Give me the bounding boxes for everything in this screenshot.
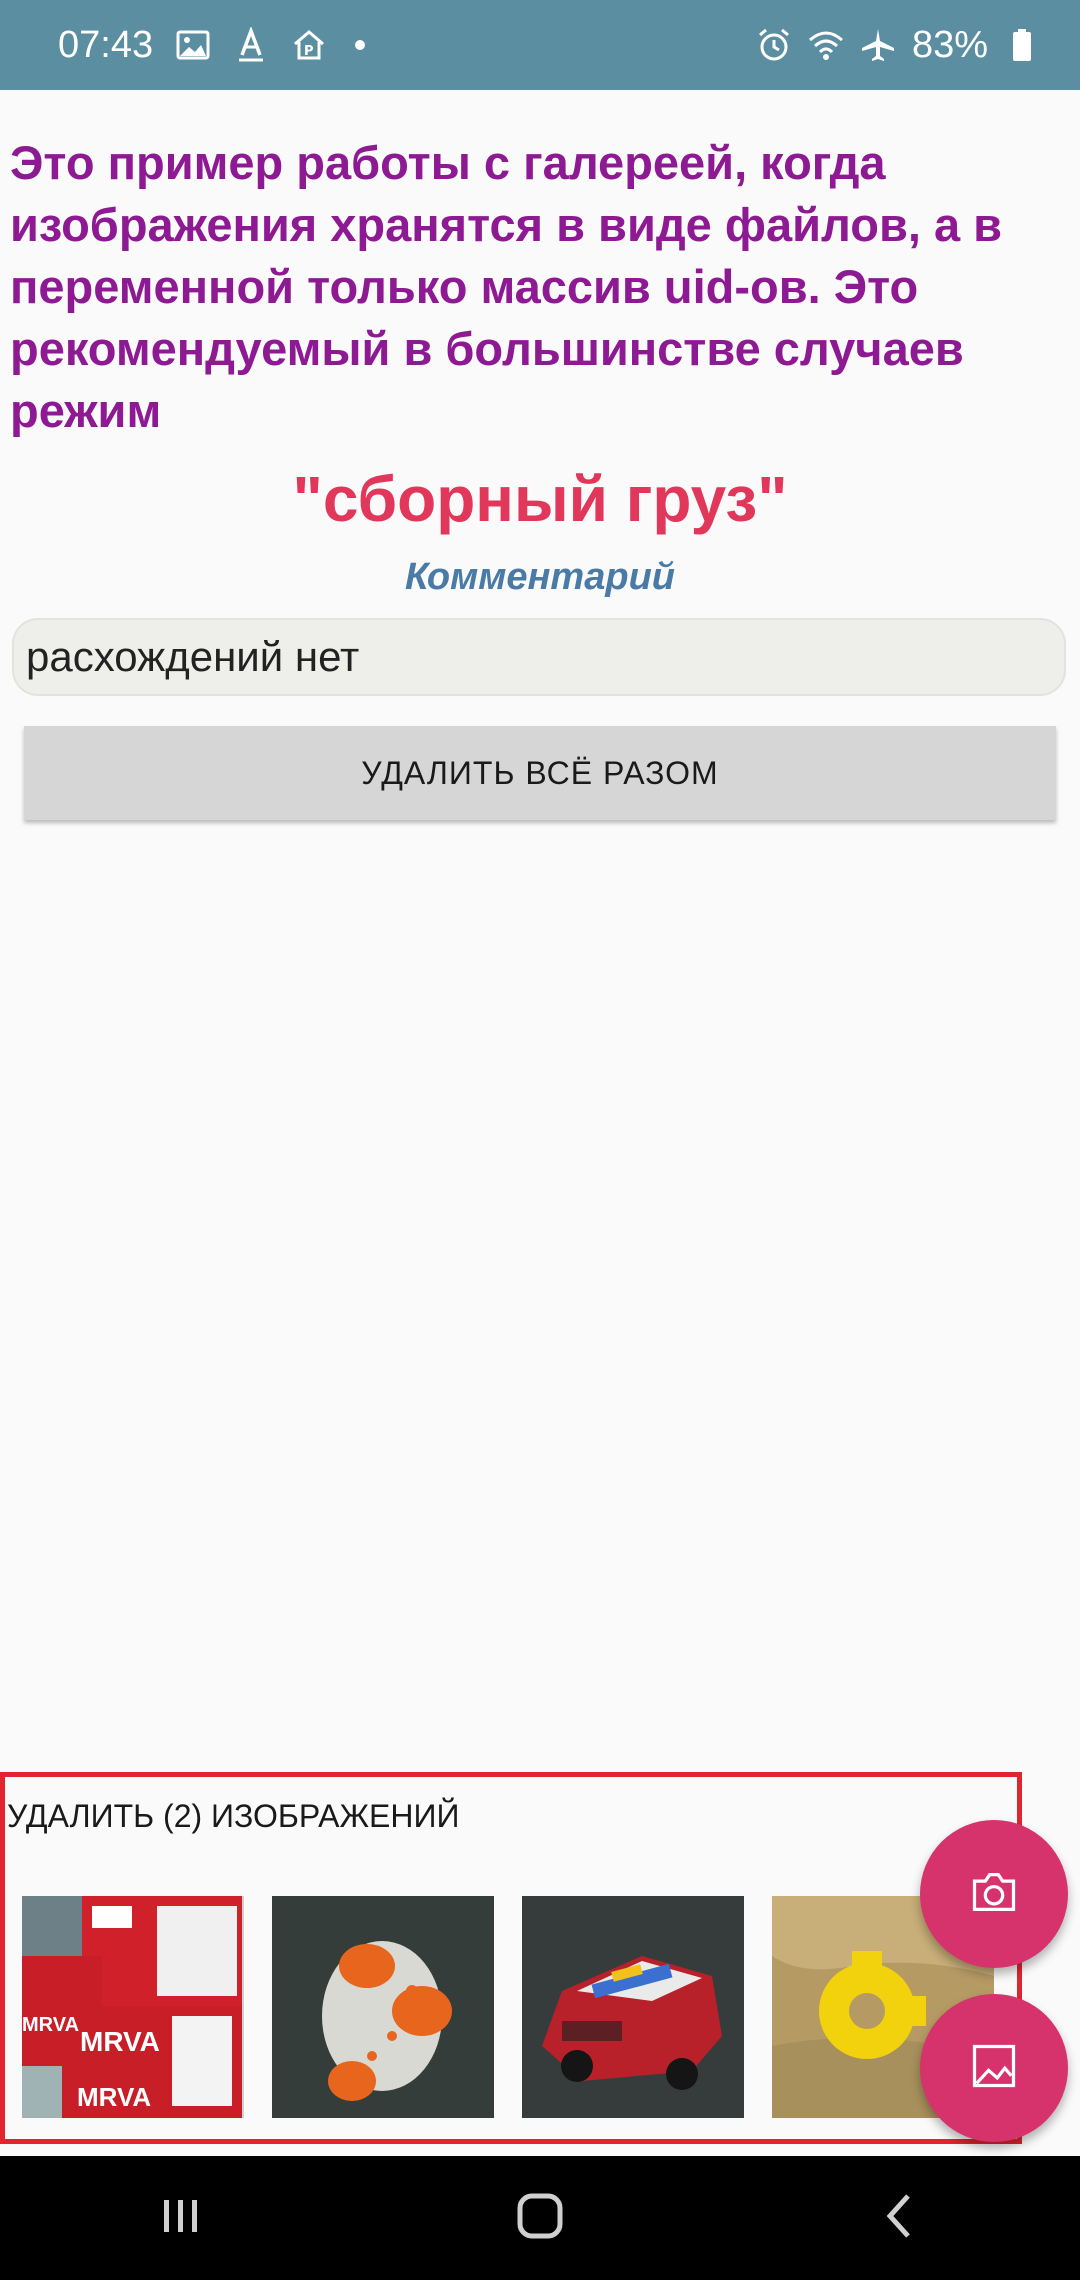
gallery-fab-button[interactable] [920, 1994, 1068, 2142]
status-time: 07:43 [58, 23, 154, 66]
page-headline: Это пример работы с галереей, когда изоб… [10, 136, 1003, 437]
home-upload-icon: P [291, 27, 327, 63]
camera-icon [968, 1866, 1020, 1923]
delete-images-label[interactable]: УДАЛИТЬ (2) ИЗОБРАЖЕНИЙ [7, 1798, 459, 1835]
thumbnail-mrva-caption: MRVA [80, 2026, 160, 2057]
thumbnail-toy-car[interactable] [522, 1896, 744, 2118]
svg-text:P: P [304, 44, 314, 59]
thumbnail-toy-scooter[interactable] [272, 1896, 494, 2118]
wifi-icon [808, 27, 844, 63]
camera-fab-button[interactable] [920, 1820, 1068, 1968]
alarm-icon [756, 27, 792, 63]
thumbnail-mrva-caption-3: MRVA [77, 2082, 151, 2112]
chevron-left-icon [870, 2186, 930, 2251]
image-icon [175, 27, 211, 63]
battery-percent: 83% [911, 23, 988, 66]
battery-icon [1004, 27, 1040, 63]
comment-input[interactable]: расхождений нет [12, 618, 1066, 696]
home-button[interactable] [480, 2168, 600, 2268]
back-button[interactable] [840, 2168, 960, 2268]
recent-apps-button[interactable] [120, 2168, 240, 2268]
home-icon [510, 2186, 570, 2251]
cargo-title: "сборный груз" [292, 463, 788, 535]
comment-label: Комментарий [405, 556, 675, 598]
thumbnail-mrva-caption-2: MRVA [22, 2014, 79, 2036]
airplane-icon [860, 27, 896, 63]
navigation-bar [0, 2156, 1080, 2280]
status-bar: 07:43 P 83% [0, 0, 1080, 90]
recent-apps-icon [150, 2186, 210, 2251]
image-icon [968, 2040, 1020, 2097]
dot-icon [355, 40, 366, 50]
delete-all-button[interactable]: УДАЛИТЬ ВСЁ РАЗОМ [24, 726, 1056, 820]
thumbnail-mrva-boxes[interactable]: MRVA MRVA MRVA [22, 1896, 244, 2118]
text-format-icon [233, 26, 269, 63]
